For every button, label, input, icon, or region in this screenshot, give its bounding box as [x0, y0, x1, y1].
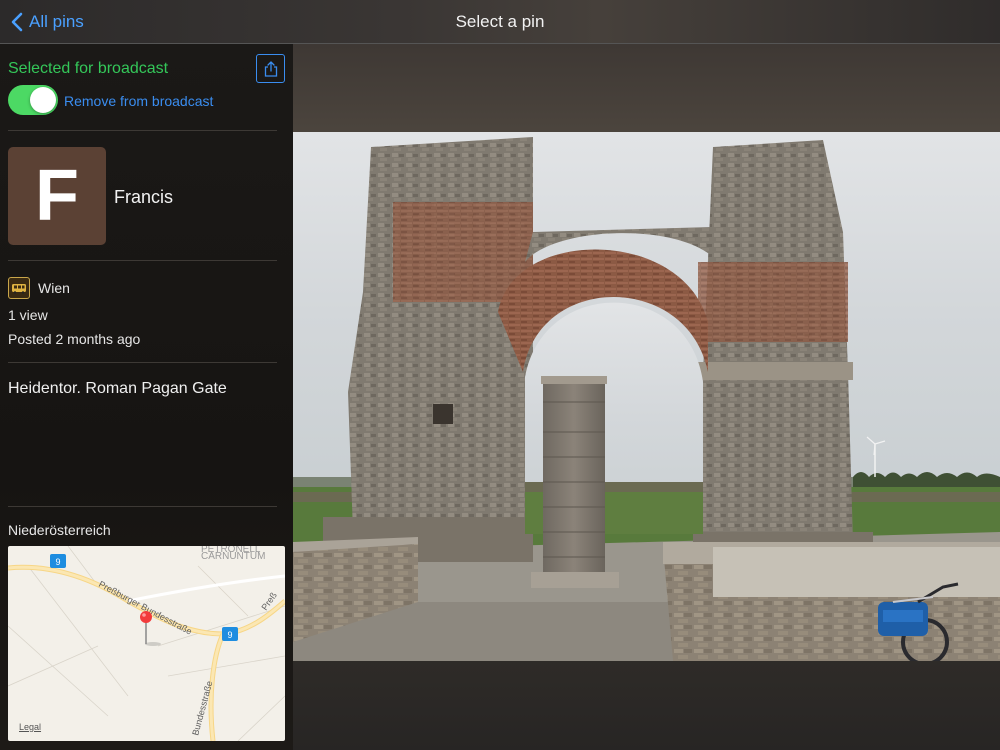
divider	[8, 130, 277, 131]
share-button[interactable]	[256, 54, 285, 83]
divider	[8, 260, 277, 261]
location-row[interactable]: Wien	[8, 277, 70, 299]
view-count: 1 view	[8, 307, 48, 323]
page-title: Select a pin	[455, 12, 545, 31]
divider	[8, 506, 277, 507]
navigation-bar: All pins Select a pin	[0, 0, 1000, 44]
map-drawing: 9 9 PETRONELL CARNUNTUM Preßburger Bunde…	[8, 546, 285, 741]
location-label: Wien	[38, 280, 70, 296]
avatar-initial: F	[35, 156, 79, 236]
broadcast-toggle[interactable]	[8, 85, 58, 115]
bus-icon	[8, 277, 30, 299]
posted-time: Posted 2 months ago	[8, 331, 141, 347]
route-shield-north: 9	[50, 554, 66, 568]
share-icon	[264, 60, 277, 77]
region-label: Niederösterreich	[8, 522, 111, 538]
route-shield-east: 9	[222, 627, 238, 641]
avatar[interactable]: F	[8, 147, 106, 245]
photo-drawing	[293, 132, 1000, 661]
pin-details-sidebar: Selected for broadcast Remove from broad…	[0, 44, 293, 750]
broadcast-status: Selected for broadcast	[8, 60, 169, 77]
pin-description: Heidentor. Roman Pagan Gate	[8, 380, 227, 397]
location-map[interactable]: 9 9 PETRONELL CARNUNTUM Preßburger Bunde…	[8, 546, 285, 741]
pin-photo[interactable]	[293, 132, 1000, 661]
svg-text:9: 9	[227, 630, 232, 640]
svg-text:CARNUNTUM: CARNUNTUM	[201, 551, 265, 562]
toggle-knob	[30, 87, 56, 113]
divider	[8, 362, 277, 363]
svg-text:9: 9	[55, 557, 60, 567]
remove-from-broadcast-link[interactable]: Remove from broadcast	[64, 93, 213, 109]
user-name[interactable]: Francis	[114, 187, 173, 208]
map-legal-link[interactable]: Legal	[19, 722, 41, 732]
